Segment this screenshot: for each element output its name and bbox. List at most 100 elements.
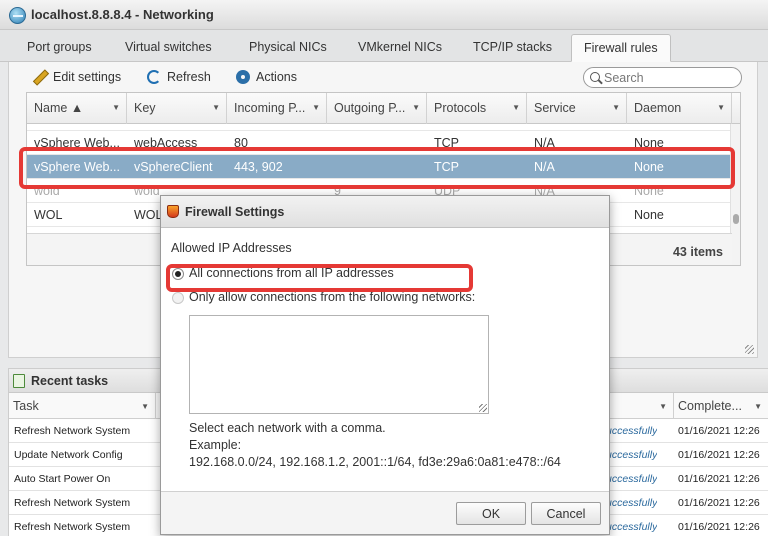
task-name: Auto Start Power On (14, 473, 111, 485)
table-row[interactable] (27, 124, 732, 131)
chevron-down-icon: ▼ (212, 103, 220, 112)
cell-service: N/A (534, 136, 555, 150)
column-header-incoming-ports[interactable]: Incoming P... ▼ (227, 93, 327, 124)
edit-settings-label: Edit settings (53, 70, 122, 84)
radio-all-connections[interactable] (172, 268, 184, 280)
table-row[interactable]: vSphere Web... webAccess 80 TCP N/A None (27, 131, 732, 155)
actions-label: Actions (256, 70, 297, 84)
task-completed: 01/16/2021 12:26 (678, 425, 760, 437)
column-label: Daemon (634, 101, 682, 115)
column-label: Incoming P... (234, 101, 306, 115)
chevron-down-icon: ▼ (312, 103, 320, 112)
recent-tasks-title: Recent tasks (31, 374, 109, 388)
host-icon (9, 7, 26, 24)
allowed-ip-label: Allowed IP Addresses (171, 241, 292, 255)
column-label: Outgoing P... (334, 101, 406, 115)
option-all-label[interactable]: All connections from all IP addresses (189, 266, 394, 280)
chevron-down-icon: ▼ (412, 103, 420, 112)
cell-protocols: TCP (434, 160, 459, 174)
column-label: Protocols (434, 101, 487, 115)
cell-service: N/A (534, 160, 555, 174)
cell-daemon: None (634, 136, 664, 150)
cancel-button[interactable]: Cancel (531, 502, 601, 525)
search-box (583, 67, 742, 88)
column-header-service[interactable]: Service ▼ (527, 93, 627, 124)
hint-text: Select each network with a comma. (189, 421, 386, 435)
task-completed: 01/16/2021 12:26 (678, 497, 760, 509)
scrollbar-thumb[interactable] (733, 214, 739, 224)
column-label: Task (13, 399, 39, 413)
textarea-resize-icon[interactable] (479, 404, 487, 412)
chevron-down-icon: ▼ (112, 103, 120, 112)
gear-icon (236, 70, 250, 84)
resize-grip-icon[interactable] (745, 345, 754, 354)
task-status: uccessfully (606, 497, 658, 509)
column-header-name[interactable]: Name ▲ ▼ (27, 93, 127, 124)
example-value: 192.168.0.0/24, 192.168.1.2, 2001::1/64,… (189, 455, 561, 469)
chevron-down-icon: ▼ (612, 103, 620, 112)
task-name: Update Network Config (14, 449, 123, 461)
task-status: uccessfully (606, 521, 658, 533)
firewall-icon (167, 205, 179, 218)
tab-vmkernel-nics[interactable]: VMkernel NICs (358, 40, 442, 54)
ok-button[interactable]: OK (456, 502, 526, 525)
cell-incoming: 443, 902 (234, 160, 283, 174)
cell-daemon: None (634, 184, 664, 198)
cell-daemon: None (634, 208, 664, 222)
chevron-down-icon: ▼ (717, 103, 725, 112)
edit-settings-button[interactable]: Edit settings (33, 69, 121, 85)
task-completed: 01/16/2021 12:26 (678, 473, 760, 485)
dialog-titlebar[interactable]: Firewall Settings (161, 196, 609, 228)
search-input[interactable] (604, 70, 734, 85)
column-header-daemon[interactable]: Daemon ▼ (627, 93, 732, 124)
task-completed: 01/16/2021 12:26 (678, 449, 760, 461)
tab-tcpip-stacks[interactable]: TCP/IP stacks (473, 40, 552, 54)
item-count: 43 items (672, 245, 723, 259)
cell-key: vSphereClient (134, 160, 213, 174)
firewall-settings-dialog: Firewall Settings Allowed IP Addresses A… (160, 195, 610, 535)
cell-name: wold (34, 184, 60, 198)
radio-only-networks[interactable] (172, 292, 184, 304)
column-header-key[interactable]: Key ▼ (127, 93, 227, 124)
column-label: Name ▲ (34, 101, 84, 115)
example-label: Example: (189, 438, 242, 452)
column-header-outgoing-ports[interactable]: Outgoing P... ▼ (327, 93, 427, 124)
chevron-down-icon: ▼ (659, 402, 667, 411)
dialog-body: Allowed IP Addresses All connections fro… (161, 228, 609, 492)
task-status: uccessfully (606, 425, 658, 437)
task-name: Refresh Network System (14, 497, 131, 509)
column-label: Service (534, 101, 576, 115)
refresh-label: Refresh (167, 70, 211, 84)
column-header-protocols[interactable]: Protocols ▼ (427, 93, 527, 124)
clipboard-icon (13, 374, 25, 388)
networks-textarea[interactable] (189, 315, 489, 414)
grid-header: Name ▲ ▼ Key ▼ Incoming P... ▼ Outgoing P..… (27, 93, 740, 124)
window-title: localhost.8.8.8.4 - Networking (31, 7, 214, 22)
cell-protocols: TCP (434, 136, 459, 150)
dialog-title: Firewall Settings (185, 205, 285, 219)
option-only-label[interactable]: Only allow connections from the followin… (189, 290, 475, 304)
task-completed: 01/16/2021 12:26 (678, 521, 760, 533)
chevron-down-icon: ▼ (512, 103, 520, 112)
refresh-icon (147, 70, 161, 84)
cell-name: vSphere Web... (34, 136, 120, 150)
tab-bar: Port groups Virtual switches Physical NI… (0, 30, 768, 62)
refresh-button[interactable]: Refresh (147, 69, 211, 85)
window-titlebar: localhost.8.8.8.4 - Networking (0, 0, 768, 30)
tab-port-groups[interactable]: Port groups (27, 40, 92, 54)
tab-virtual-switches[interactable]: Virtual switches (125, 40, 212, 54)
cell-daemon: None (634, 160, 664, 174)
tab-physical-nics[interactable]: Physical NICs (249, 40, 327, 54)
column-header-completed[interactable]: Complete... ▼ (674, 393, 768, 419)
cell-name: WOL (34, 208, 63, 222)
column-header-task[interactable]: Task ▼ (9, 393, 156, 419)
cell-key: webAccess (134, 136, 198, 150)
actions-button[interactable]: Actions (236, 69, 297, 85)
table-row-selected[interactable]: vSphere Web... vSphereClient 443, 902 TC… (27, 155, 732, 179)
chevron-down-icon: ▼ (141, 402, 149, 411)
column-label: Key (134, 101, 156, 115)
task-name: Refresh Network System (14, 425, 131, 437)
task-name: Refresh Network System (14, 521, 131, 533)
search-icon (590, 72, 600, 82)
tab-firewall-rules[interactable]: Firewall rules (571, 34, 671, 62)
